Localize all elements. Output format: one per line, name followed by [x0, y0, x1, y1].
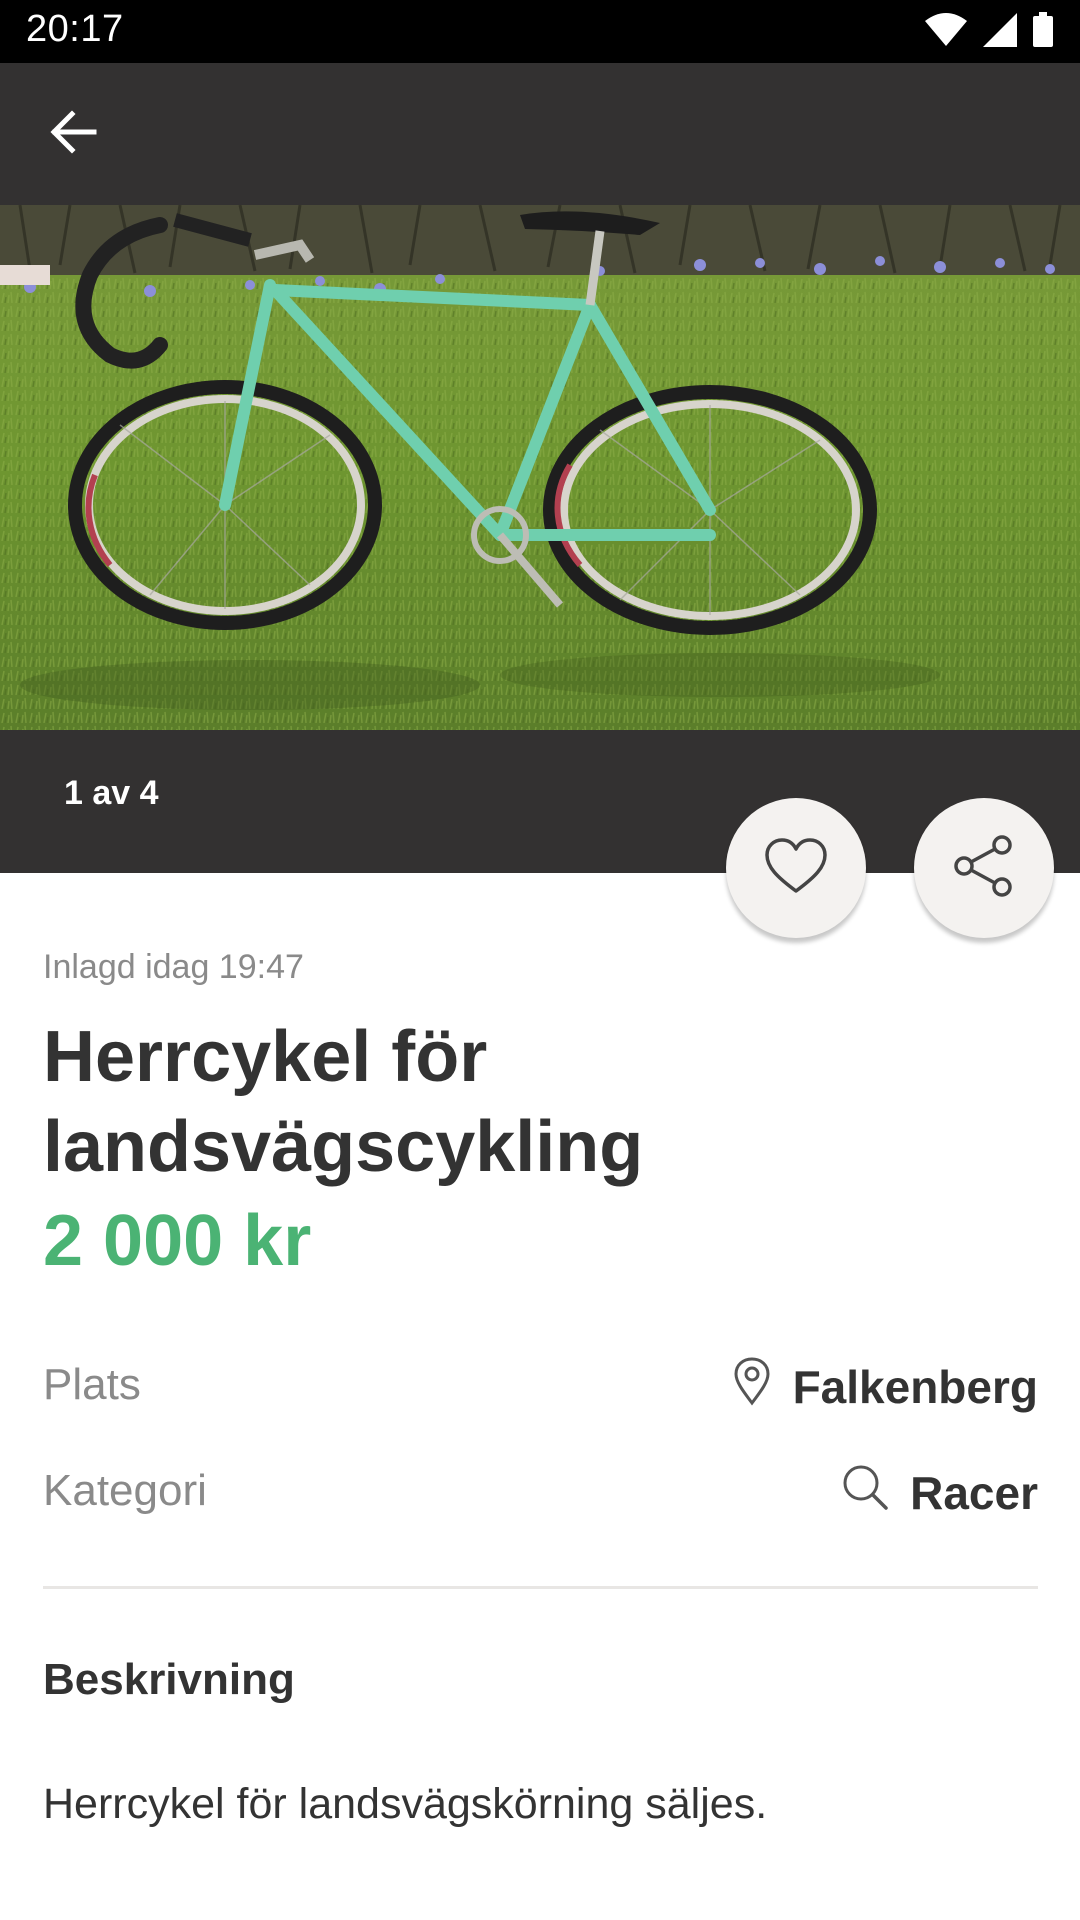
place-link[interactable]: Falkenberg	[731, 1356, 1038, 1417]
favorite-button[interactable]	[726, 798, 866, 938]
category-row: Kategori Racer	[43, 1456, 1038, 1526]
posted-timestamp: Inlagd idag 19:47	[43, 948, 304, 986]
heart-icon	[763, 837, 829, 900]
wifi-icon	[924, 12, 968, 52]
back-button[interactable]	[36, 96, 112, 172]
arrow-left-icon	[50, 109, 98, 159]
category-label: Kategori	[43, 1466, 207, 1515]
location-pin-icon	[731, 1356, 773, 1417]
status-time: 20:17	[26, 8, 124, 50]
search-icon	[840, 1462, 890, 1523]
share-icon	[951, 833, 1017, 904]
image-counter: 1 av 4	[64, 774, 159, 812]
listing-price: 2 000 kr	[43, 1201, 312, 1281]
status-icons	[924, 11, 1054, 53]
signal-icon	[982, 12, 1018, 53]
battery-icon	[1032, 11, 1054, 53]
description-text: Herrcykel för landsvägskörning säljes.	[43, 1780, 768, 1828]
place-row: Plats Falkenberg	[43, 1350, 1038, 1420]
category-link[interactable]: Racer	[840, 1462, 1038, 1523]
listing-image[interactable]	[0, 205, 1080, 730]
category-value: Racer	[910, 1466, 1038, 1519]
status-bar: 20:17	[0, 0, 1080, 63]
app-bar	[0, 63, 1080, 205]
place-label: Plats	[43, 1360, 141, 1409]
listing-title: Herrcykel för landsvägscykling	[43, 1017, 644, 1187]
description-heading: Beskrivning	[43, 1655, 295, 1704]
bicycle-photo	[0, 205, 1080, 730]
divider	[43, 1586, 1038, 1589]
share-button[interactable]	[914, 798, 1054, 938]
place-value: Falkenberg	[792, 1360, 1038, 1413]
